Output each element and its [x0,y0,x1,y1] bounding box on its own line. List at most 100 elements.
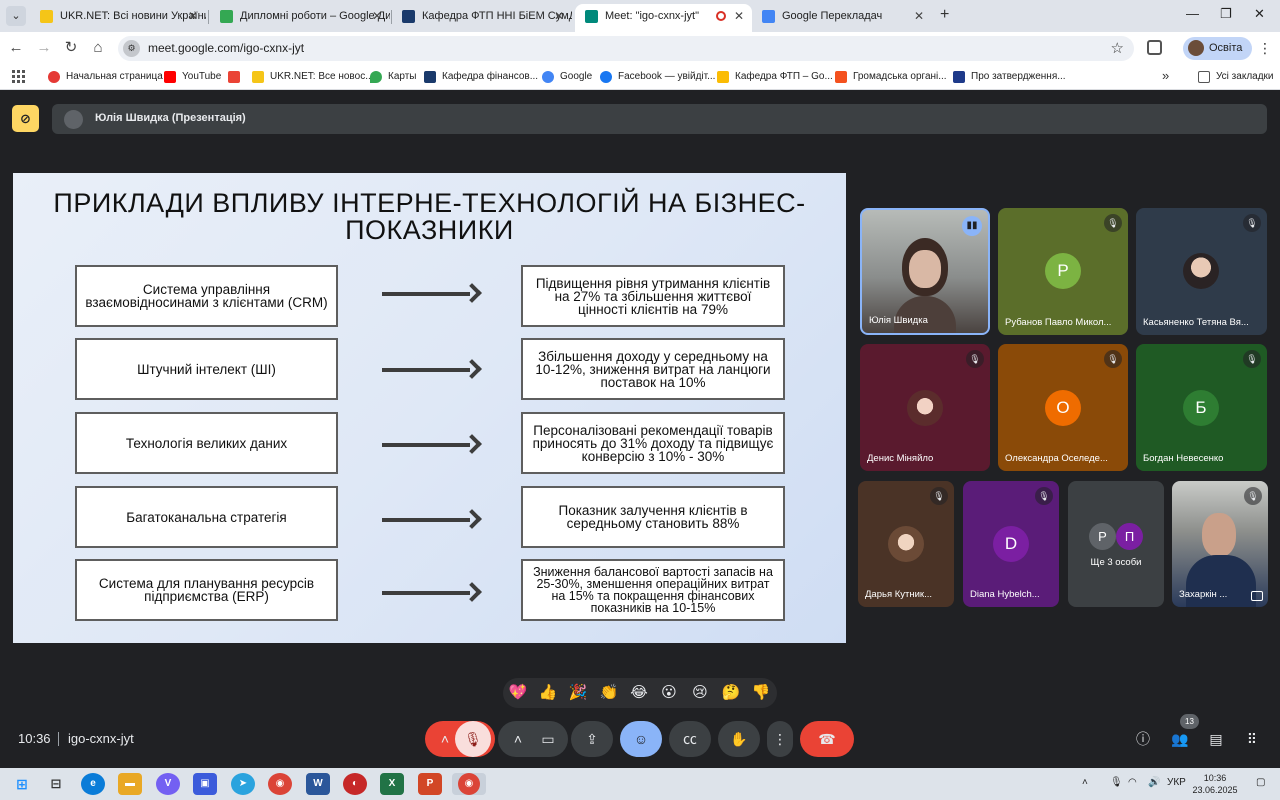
system-clock[interactable]: 10:36 23.06.2025 [1190,772,1240,796]
tab-search-icon[interactable]: ⌄ [6,6,26,26]
activities-grid-icon[interactable]: ⠿ [1242,729,1262,749]
reaction-thumbs-up-icon[interactable]: 👍 [537,682,559,704]
bookmark-item[interactable]: Громадська органі... [835,69,947,85]
more-bookmarks-icon[interactable]: » [1162,68,1169,83]
volume-icon[interactable]: 🔊 [1148,777,1160,788]
raise-hand-button[interactable]: ✋ [718,721,760,757]
reaction-heart-icon[interactable]: 💖 [507,682,529,704]
file-explorer-icon[interactable]: ▬ [118,773,142,795]
tab-kafedra[interactable]: Кафедра ФТП ННІ БіЕМ СумДУ ✕ [392,4,572,32]
participant-tile[interactable]: 🎙 Денис Міняйло [860,344,990,471]
camera-toggle-button[interactable]: ▭ [530,721,566,757]
captions-button[interactable]: ㏄ [669,721,711,757]
info-icon[interactable]: ⓘ [1133,729,1153,749]
stop-presenting-icon[interactable]: ⊘ [12,105,39,132]
slide-title: ПРИКЛАДИ ВПЛИВУ ІНТЕРНЕ-ТЕХНОЛОГІЙ НА БІ… [13,190,846,244]
present-button[interactable]: ⇪ [571,721,613,757]
bookmark-item[interactable]: Про затвердження... [953,69,1066,85]
bookmark-item[interactable]: Google [542,69,592,85]
telegram-icon[interactable]: ➤ [231,773,255,795]
close-icon[interactable]: ✕ [372,4,382,28]
site-info-icon[interactable]: ⚙ [123,40,140,57]
reaction-surprised-icon[interactable]: 😮 [658,682,680,704]
browser-tab-strip: ⌄ UKR.NET: Всі новини України, ... ✕ Дип… [0,0,1280,32]
tray-chevron-icon[interactable]: ˄ [1082,777,1088,788]
bookmark-item[interactable]: Facebook — увійдіт... [600,69,715,85]
emoji-button[interactable]: ☺ [620,721,662,757]
people-icon[interactable]: 👥 [1170,729,1190,749]
mic-tray-icon[interactable]: 🎙 [1110,777,1123,788]
chrome-icon[interactable]: ◉ [268,773,292,795]
profile-button[interactable]: Освіта [1183,37,1253,60]
app-icon[interactable]: ◐ [343,773,367,795]
chat-icon[interactable]: ▤ [1206,729,1226,749]
bookmark-item[interactable] [228,69,246,85]
excel-icon[interactable]: X [380,773,404,795]
reaction-sad-icon[interactable]: 😢 [689,682,711,704]
back-icon[interactable]: ← [6,38,26,58]
mic-toggle-button[interactable]: 🎙 [455,721,491,757]
start-icon[interactable]: ⊞ [10,773,34,795]
participant-tile[interactable]: 🎙 Касьяненко Тетяна Вя... [1136,208,1267,335]
window-close-icon[interactable]: ✕ [1254,6,1265,22]
chrome-active-icon[interactable]: ◉ [452,773,486,795]
participant-tile[interactable]: 🎙 D Diana Hybelch... [963,481,1059,607]
close-icon[interactable]: ✕ [734,4,744,28]
tab-translate[interactable]: Google Перекладач ✕ [752,4,932,32]
address-bar[interactable]: ⚙ meet.google.com/igo-cxnx-jyt ☆ [118,36,1134,61]
participant-tile[interactable]: 🎙 Захаркін ... [1172,481,1268,607]
bookmark-item[interactable]: Начальная страница [48,69,163,85]
bookmark-item[interactable]: Карты [370,69,417,85]
bookmark-star-icon[interactable]: ☆ [1111,39,1124,57]
picture-in-picture-icon[interactable] [1251,591,1263,601]
word-icon[interactable]: W [306,773,330,795]
bookmark-label: Усі закладки [1216,71,1274,82]
participant-tile[interactable]: 🎙 О Олександра Оселеде... [998,344,1128,471]
powerpoint-icon[interactable]: P [418,773,442,795]
save-app-icon[interactable]: ▣ [193,773,217,795]
reaction-clap-icon[interactable]: 👏 [598,682,620,704]
slide-right-box: Персоналізовані рекомендації товарів при… [521,412,785,474]
widgets-icon[interactable]: ⊟ [44,773,68,795]
close-icon[interactable]: ✕ [188,4,198,28]
tab-google-drive[interactable]: Дипломні роботи – Google Диск ✕ [210,4,390,32]
restore-icon[interactable]: ❐ [1220,6,1232,22]
minimize-icon[interactable]: — [1186,6,1199,21]
participant-tile[interactable]: 🎙 Дарья Кутник... [858,481,954,607]
participant-tile[interactable]: 🎙 Р Рубанов Павло Микол... [998,208,1128,335]
bookmark-item[interactable]: YouTube [164,69,221,85]
maps-pin-icon [370,71,382,83]
participant-tile[interactable]: 🎙 Б Богдан Невесенко [1136,344,1267,471]
participant-tile[interactable]: ▮▮ Юлія Швидка [860,208,990,335]
more-participants-tile[interactable]: Р П Ще 3 особи [1068,481,1164,607]
arrow-icon [382,283,482,303]
bookmark-label: Громадська органі... [853,71,947,82]
bookmark-item[interactable]: UKR.NET: Все новос... [252,69,374,85]
apps-grid-icon[interactable] [12,70,25,83]
ukrnet-icon [252,71,264,83]
close-icon[interactable]: ✕ [914,4,924,28]
tab-ukrnet[interactable]: UKR.NET: Всі новини України, ... ✕ [30,4,206,32]
leave-call-button[interactable]: ☎ [800,721,854,757]
bookmark-item[interactable]: Кафедра фінансов... [424,69,538,85]
browser-menu-icon[interactable]: ⋮ [1258,40,1272,57]
reaction-thinking-icon[interactable]: 🤔 [720,682,742,704]
more-options-button[interactable]: ⋮ [767,721,793,757]
bookmark-item[interactable]: Кафедра ФТП – Go... [717,69,833,85]
wifi-icon[interactable]: ◠ [1128,777,1137,788]
language-indicator[interactable]: УКР [1167,777,1186,788]
edge-icon[interactable]: e [81,773,105,795]
reaction-party-icon[interactable]: 🎉 [567,682,589,704]
reaction-laugh-icon[interactable]: 😂 [628,682,650,704]
notifications-icon[interactable]: ▢ [1256,777,1265,788]
reload-icon[interactable]: ↻ [61,38,81,58]
new-tab-icon[interactable]: + [940,6,949,24]
all-bookmarks[interactable]: Усі закладки [1198,69,1274,85]
close-icon[interactable]: ✕ [554,4,564,28]
extensions-icon[interactable] [1147,40,1162,55]
forward-icon[interactable]: → [34,38,54,58]
tab-meet[interactable]: Meet: "igo-cxnx-jyt" ✕ [575,4,752,32]
viber-icon[interactable]: V [156,773,180,795]
reaction-thumbs-down-icon[interactable]: 👎 [750,682,772,704]
home-icon[interactable]: ⌂ [88,38,108,58]
